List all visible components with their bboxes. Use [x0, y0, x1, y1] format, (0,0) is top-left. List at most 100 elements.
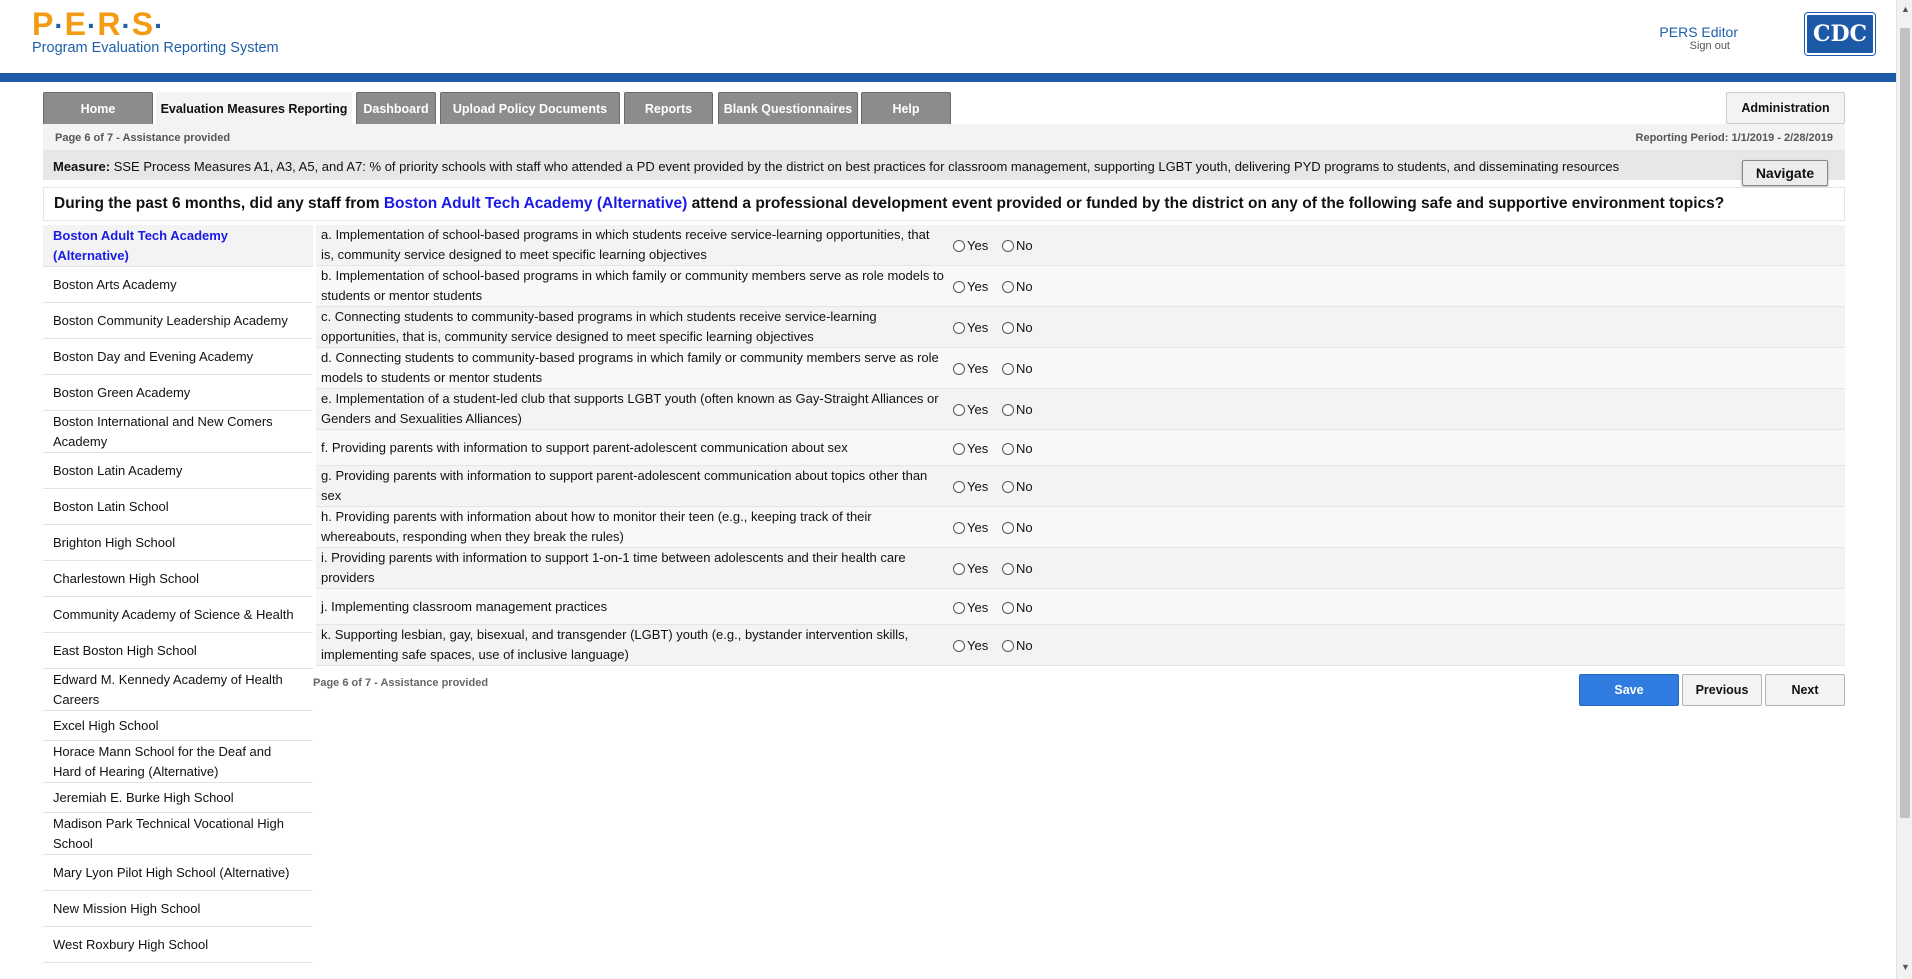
school-item[interactable]: Boston Day and Evening Academy: [43, 339, 313, 375]
radio-circle-icon[interactable]: [1002, 562, 1014, 575]
school-item[interactable]: Boston Green Academy: [43, 375, 313, 411]
tab-upload-policy-documents[interactable]: Upload Policy Documents: [440, 92, 620, 124]
school-item[interactable]: East Boston High School: [43, 633, 313, 669]
yes-radio[interactable]: Yes: [953, 361, 988, 376]
school-item[interactable]: Boston Arts Academy: [43, 267, 313, 303]
no-radio[interactable]: No: [1002, 238, 1033, 253]
no-radio[interactable]: No: [1002, 402, 1033, 417]
radio-circle-icon[interactable]: [1002, 362, 1014, 375]
administration-button[interactable]: Administration: [1726, 92, 1845, 124]
radio-circle-icon[interactable]: [1002, 639, 1014, 652]
previous-button[interactable]: Previous: [1682, 674, 1762, 706]
no-radio[interactable]: No: [1002, 279, 1033, 294]
radio-circle-icon[interactable]: [953, 442, 965, 455]
yes-radio[interactable]: Yes: [953, 479, 988, 494]
item-text: b. Implementation of school-based progra…: [321, 268, 944, 303]
tab-help[interactable]: Help: [861, 92, 951, 124]
app-subtitle: Program Evaluation Reporting System: [32, 40, 279, 56]
yes-radio[interactable]: Yes: [953, 402, 988, 417]
school-item[interactable]: Community Academy of Science & Health: [43, 597, 313, 633]
radio-circle-icon[interactable]: [1002, 280, 1014, 293]
school-item[interactable]: Charlestown High School: [43, 561, 313, 597]
no-radio[interactable]: No: [1002, 561, 1033, 576]
scroll-up-icon[interactable]: ▲: [1901, 4, 1910, 14]
tab-home[interactable]: Home: [43, 92, 153, 124]
tab-evaluation-measures-reporting[interactable]: Evaluation Measures Reporting: [156, 92, 352, 124]
cdc-logo[interactable]: CDC: [1805, 13, 1875, 55]
sign-out-link[interactable]: Sign out: [1690, 40, 1730, 52]
school-item[interactable]: Horace Mann School for the Deaf and Hard…: [43, 741, 313, 783]
item-text: f. Providing parents with information to…: [321, 440, 848, 455]
no-radio[interactable]: No: [1002, 441, 1033, 456]
table-row: h. Providing parents with information ab…: [316, 507, 1845, 548]
school-item[interactable]: New Mission High School: [43, 891, 313, 927]
school-item[interactable]: Mary Lyon Pilot High School (Alternative…: [43, 855, 313, 891]
school-item[interactable]: Madison Park Technical Vocational High S…: [43, 813, 313, 855]
measure-description: SSE Process Measures A1, A3, A5, and A7:…: [113, 159, 1620, 174]
item-text: a. Implementation of school-based progra…: [321, 227, 930, 262]
item-text: i. Providing parents with information to…: [321, 550, 906, 585]
item-text: d. Connecting students to community-base…: [321, 350, 939, 385]
radio-circle-icon[interactable]: [1002, 601, 1014, 614]
radio-circle-icon[interactable]: [953, 639, 965, 652]
table-row: d. Connecting students to community-base…: [316, 348, 1845, 389]
save-button[interactable]: Save: [1579, 674, 1679, 706]
no-radio[interactable]: No: [1002, 600, 1033, 615]
yes-radio[interactable]: Yes: [953, 638, 988, 653]
radio-circle-icon[interactable]: [953, 562, 965, 575]
school-item[interactable]: Edward M. Kennedy Academy of Health Care…: [43, 669, 313, 711]
school-item[interactable]: Excel High School: [43, 711, 313, 741]
next-button[interactable]: Next: [1765, 674, 1845, 706]
radio-circle-icon[interactable]: [953, 321, 965, 334]
radio-circle-icon[interactable]: [1002, 521, 1014, 534]
item-text: g. Providing parents with information to…: [321, 468, 928, 503]
tab-reports[interactable]: Reports: [624, 92, 713, 124]
yes-radio[interactable]: Yes: [953, 561, 988, 576]
school-item[interactable]: Boston Latin Academy: [43, 453, 313, 489]
school-item[interactable]: Jeremiah E. Burke High School: [43, 783, 313, 813]
no-radio[interactable]: No: [1002, 520, 1033, 535]
tab-dashboard[interactable]: Dashboard: [356, 92, 436, 124]
yes-radio[interactable]: Yes: [953, 279, 988, 294]
radio-circle-icon[interactable]: [1002, 239, 1014, 252]
school-item[interactable]: Boston International and New Comers Acad…: [43, 411, 313, 453]
measure-text: Measure: SSE Process Measures A1, A3, A5…: [53, 159, 1619, 174]
app-header: P·E·R·S· Program Evaluation Reporting Sy…: [0, 0, 1896, 73]
scroll-down-icon[interactable]: ▼: [1901, 962, 1910, 972]
radio-circle-icon[interactable]: [1002, 442, 1014, 455]
yes-radio[interactable]: Yes: [953, 600, 988, 615]
radio-circle-icon[interactable]: [1002, 403, 1014, 416]
radio-circle-icon[interactable]: [953, 521, 965, 534]
no-radio[interactable]: No: [1002, 638, 1033, 653]
yes-radio[interactable]: Yes: [953, 520, 988, 535]
radio-circle-icon[interactable]: [953, 362, 965, 375]
question-prefix: During the past 6 months, did any staff …: [54, 195, 380, 212]
table-row: c. Connecting students to community-base…: [316, 307, 1845, 348]
no-radio[interactable]: No: [1002, 320, 1033, 335]
item-text: h. Providing parents with information ab…: [321, 509, 872, 544]
school-item[interactable]: Boston Adult Tech Academy (Alternative): [43, 225, 313, 267]
radio-circle-icon[interactable]: [953, 480, 965, 493]
school-item[interactable]: West Roxbury High School: [43, 927, 313, 963]
radio-circle-icon[interactable]: [1002, 480, 1014, 493]
radio-circle-icon[interactable]: [953, 239, 965, 252]
navigate-button[interactable]: Navigate: [1742, 160, 1828, 186]
school-item[interactable]: Boston Community Leadership Academy: [43, 303, 313, 339]
radio-circle-icon[interactable]: [953, 280, 965, 293]
school-item[interactable]: Boston Latin School: [43, 489, 313, 525]
no-radio[interactable]: No: [1002, 479, 1033, 494]
yes-radio[interactable]: Yes: [953, 238, 988, 253]
radio-circle-icon[interactable]: [953, 403, 965, 416]
radio-circle-icon[interactable]: [1002, 321, 1014, 334]
user-name: PERS Editor: [1659, 24, 1738, 40]
tab-blank-questionnaires[interactable]: Blank Questionnaires: [718, 92, 858, 124]
yes-radio[interactable]: Yes: [953, 320, 988, 335]
page-scrollbar[interactable]: ▲ ▼: [1896, 0, 1912, 979]
scrollbar-thumb[interactable]: [1900, 28, 1910, 818]
no-radio[interactable]: No: [1002, 361, 1033, 376]
yes-radio[interactable]: Yes: [953, 441, 988, 456]
radio-circle-icon[interactable]: [953, 601, 965, 614]
page-indicator: Page 6 of 7 - Assistance provided: [55, 132, 231, 144]
school-item[interactable]: Brighton High School: [43, 525, 313, 561]
pers-logo[interactable]: P·E·R·S·: [32, 6, 164, 44]
